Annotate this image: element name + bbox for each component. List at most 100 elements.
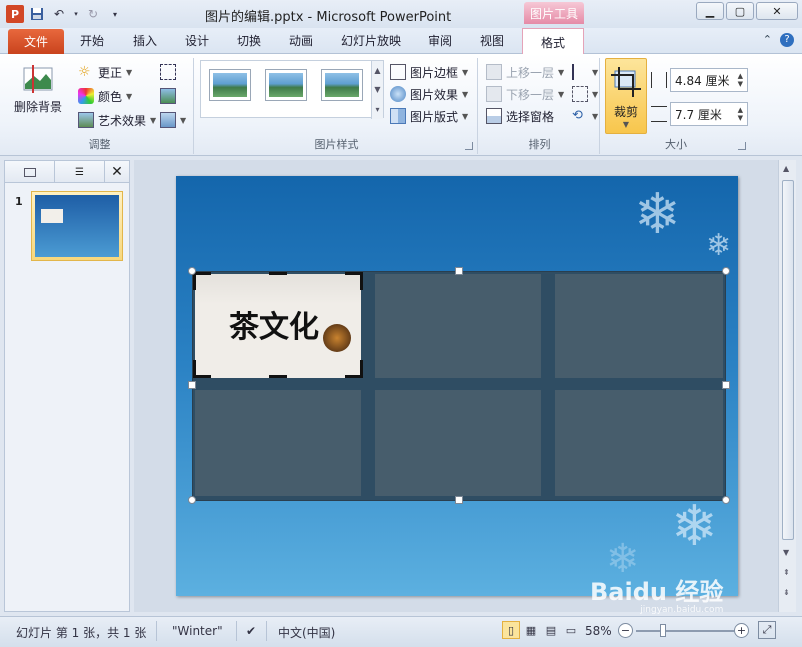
close-pane-icon[interactable]: ✕ bbox=[105, 161, 129, 182]
selected-picture[interactable]: 茶文化 bbox=[192, 271, 726, 501]
status-separator bbox=[266, 621, 267, 641]
tab-format[interactable]: 格式 bbox=[522, 28, 584, 55]
picture-style-option-1[interactable] bbox=[209, 69, 251, 101]
selection-pane-button[interactable]: 选择窗格 bbox=[486, 106, 554, 126]
picture-layout-button[interactable]: 图片版式 ▼ bbox=[390, 106, 468, 126]
help-icon[interactable]: ? bbox=[780, 33, 794, 47]
slide-count-status: 幻灯片 第 1 张，共 1 张 bbox=[16, 626, 147, 640]
maximize-button[interactable]: ▢ bbox=[726, 2, 754, 20]
theme-name-status[interactable]: "Winter" bbox=[172, 624, 223, 638]
zoom-slider-knob[interactable] bbox=[660, 624, 666, 637]
slideshow-view-button[interactable]: ▭ bbox=[562, 621, 580, 639]
shape-width-field[interactable]: 7.7 厘米 ▲ ▼ bbox=[670, 102, 748, 126]
crop-handle-top[interactable] bbox=[269, 272, 287, 275]
picture-effects-button[interactable]: 图片效果 ▼ bbox=[390, 84, 468, 104]
resize-handle-bottom-left[interactable] bbox=[188, 496, 196, 504]
remove-background-button[interactable]: 删除背景 bbox=[10, 64, 66, 115]
size-launcher-icon[interactable] bbox=[738, 142, 746, 150]
tab-slideshow[interactable]: 幻灯片放映 bbox=[341, 32, 401, 49]
scrollbar-thumb[interactable] bbox=[782, 180, 794, 540]
resize-handle-right[interactable] bbox=[722, 381, 730, 389]
scroll-down-icon[interactable]: ▼ bbox=[783, 548, 789, 557]
zoom-out-button[interactable]: − bbox=[618, 623, 633, 638]
artistic-effects-button[interactable]: 艺术效果 ▼ bbox=[78, 110, 156, 130]
fit-to-window-button[interactable]: ⤢ bbox=[758, 621, 776, 639]
language-status[interactable]: 中文(中国) bbox=[278, 624, 335, 641]
picture-style-option-3[interactable] bbox=[321, 69, 363, 101]
picture-styles-launcher-icon[interactable] bbox=[465, 142, 473, 150]
gallery-up-icon[interactable]: ▲ bbox=[374, 66, 380, 75]
zoom-in-button[interactable]: + bbox=[734, 623, 749, 638]
slides-tab[interactable] bbox=[5, 161, 55, 183]
zoom-slider-track[interactable] bbox=[636, 630, 734, 632]
close-button[interactable]: ✕ bbox=[756, 2, 798, 20]
reset-picture-button[interactable]: ▼ bbox=[160, 110, 186, 130]
tab-transitions[interactable]: 切换 bbox=[237, 32, 261, 49]
undo-icon[interactable]: ↶ bbox=[50, 5, 68, 23]
crop-button[interactable]: 裁剪 ▼ bbox=[605, 58, 647, 134]
resize-handle-left[interactable] bbox=[188, 381, 196, 389]
gallery-scroll[interactable]: ▲ ▼ ▾ bbox=[371, 61, 383, 119]
slide-sorter-view-button[interactable]: ▦ bbox=[522, 621, 540, 639]
bring-forward-button[interactable]: 上移一层 ▼ bbox=[486, 62, 564, 82]
resize-handle-top[interactable] bbox=[455, 267, 463, 275]
tea-title-text: 茶文化 bbox=[229, 310, 319, 345]
slide-number: 1 bbox=[15, 195, 23, 208]
tab-review[interactable]: 审阅 bbox=[428, 32, 452, 49]
tea-culture-image-cell[interactable]: 茶文化 bbox=[195, 274, 361, 378]
gallery-down-icon[interactable]: ▼ bbox=[374, 85, 380, 94]
picture-style-option-2[interactable] bbox=[265, 69, 307, 101]
tab-view[interactable]: 视图 bbox=[480, 32, 504, 49]
tab-home[interactable]: 开始 bbox=[80, 32, 104, 49]
tab-design[interactable]: 设计 bbox=[185, 32, 209, 49]
picture-border-button[interactable]: 图片边框 ▼ bbox=[390, 62, 468, 82]
group-objects-button[interactable]: ▼ bbox=[572, 84, 598, 104]
previous-slide-icon[interactable]: ⇞ bbox=[783, 568, 790, 577]
customize-qat-icon[interactable]: ▾ bbox=[106, 5, 124, 23]
align-button[interactable]: ▼ bbox=[572, 62, 598, 82]
normal-view-button[interactable]: ▯ bbox=[502, 621, 520, 639]
powerpoint-logo-icon[interactable]: P bbox=[6, 5, 24, 23]
resize-handle-bottom-right[interactable] bbox=[722, 496, 730, 504]
zoom-level[interactable]: 58% bbox=[585, 624, 612, 638]
rotate-button[interactable]: ⟲ ▼ bbox=[572, 106, 598, 126]
tab-animations[interactable]: 动画 bbox=[289, 32, 313, 49]
arrange-group-label: 排列 bbox=[528, 138, 551, 151]
gallery-more-icon[interactable]: ▾ bbox=[375, 105, 379, 114]
picture-styles-group-label: 图片样式 bbox=[314, 138, 359, 151]
send-backward-button[interactable]: 下移一层 ▼ bbox=[486, 84, 564, 104]
width-spinner[interactable]: ▲ ▼ bbox=[738, 106, 743, 122]
crop-handle-bottom-right-v[interactable] bbox=[360, 360, 363, 378]
crop-handle-top-right-v[interactable] bbox=[360, 272, 363, 290]
corrections-button[interactable]: ☼ 更正 ▼ bbox=[78, 62, 132, 82]
color-button[interactable]: 颜色 ▼ bbox=[78, 86, 132, 106]
outline-tab[interactable]: ☰ bbox=[55, 161, 105, 183]
slide-editing-area[interactable]: ❄ ❄ ❄ ❄ 茶文化 bbox=[134, 160, 778, 612]
image-cell-2 bbox=[375, 274, 541, 378]
tab-file[interactable]: 文件 bbox=[8, 29, 64, 54]
reading-view-button[interactable]: ▤ bbox=[542, 621, 560, 639]
undo-dropdown-icon[interactable]: ▾ bbox=[72, 5, 80, 23]
change-picture-button[interactable] bbox=[160, 86, 176, 106]
redo-icon[interactable]: ↻ bbox=[84, 5, 102, 23]
resize-handle-top-right[interactable] bbox=[722, 267, 730, 275]
slide-canvas[interactable]: ❄ ❄ ❄ ❄ 茶文化 bbox=[176, 176, 738, 596]
reset-picture-icon bbox=[160, 112, 176, 128]
picture-style-gallery[interactable]: ▲ ▼ ▾ bbox=[200, 60, 384, 119]
spell-check-icon[interactable]: ✔ bbox=[246, 624, 256, 638]
tab-insert[interactable]: 插入 bbox=[133, 32, 157, 49]
slide-thumbnail-1[interactable] bbox=[31, 191, 123, 261]
minimize-ribbon-icon[interactable]: ⌃ bbox=[763, 33, 772, 47]
height-spinner[interactable]: ▲ ▼ bbox=[738, 72, 743, 88]
compress-pictures-button[interactable] bbox=[160, 62, 176, 82]
shape-height-field[interactable]: 4.84 厘米 ▲ ▼ bbox=[670, 68, 748, 92]
vertical-scrollbar[interactable]: ▲ ▼ ⇞ ⇟ bbox=[778, 160, 796, 612]
minimize-button[interactable]: ▁ bbox=[696, 2, 724, 20]
resize-handle-bottom[interactable] bbox=[455, 496, 463, 504]
save-icon[interactable] bbox=[28, 5, 46, 23]
resize-handle-top-left[interactable] bbox=[188, 267, 196, 275]
next-slide-icon[interactable]: ⇟ bbox=[783, 588, 790, 597]
crop-handle-bottom-left[interactable] bbox=[193, 375, 211, 378]
scroll-up-icon[interactable]: ▲ bbox=[783, 164, 789, 173]
crop-handle-bottom[interactable] bbox=[269, 375, 287, 378]
